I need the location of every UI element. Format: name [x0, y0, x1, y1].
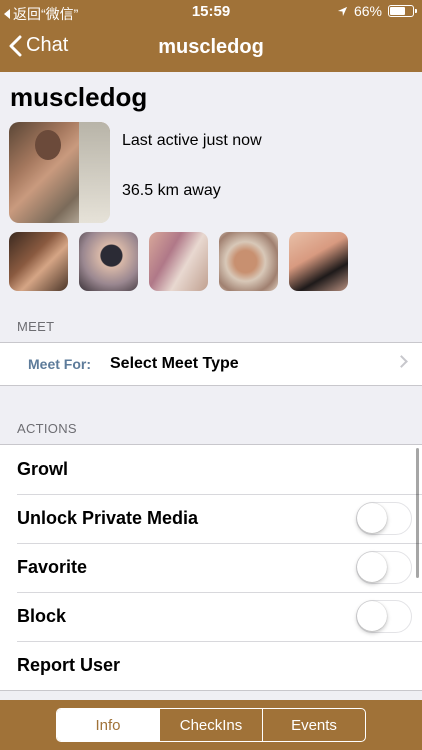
- meet-type-row[interactable]: Meet For: Select Meet Type: [0, 343, 422, 385]
- unlock-private-media-label: Unlock Private Media: [17, 508, 199, 528]
- location-arrow-icon: [337, 6, 348, 16]
- report-user-label: Report User: [17, 655, 121, 675]
- last-active-text: Last active just now: [122, 132, 262, 149]
- scrollbar[interactable]: [416, 448, 419, 578]
- distance-text: 36.5 km away: [122, 182, 221, 199]
- profile-username: muscledog: [10, 82, 148, 112]
- photo-thumbnail[interactable]: [149, 232, 208, 291]
- battery-percent: 66%: [353, 3, 382, 19]
- photo-thumbnails: [9, 232, 348, 291]
- meet-for-label: Meet For:: [28, 356, 91, 372]
- tab-info[interactable]: Info: [57, 709, 159, 741]
- profile-content[interactable]: muscledog Last active just now 36.5 km a…: [0, 72, 422, 700]
- meet-section-header: MEET: [17, 319, 55, 334]
- favorite-label: Favorite: [17, 557, 88, 577]
- growl-label: Growl: [17, 459, 69, 479]
- favorite-row: Favorite: [0, 543, 422, 592]
- report-user-row[interactable]: Report User: [0, 641, 422, 690]
- meet-type-value: Select Meet Type: [110, 355, 239, 372]
- growl-row[interactable]: Growl: [0, 445, 422, 494]
- page-title: muscledog: [158, 36, 264, 58]
- tab-events[interactable]: Events: [262, 709, 365, 741]
- status-bar: 返回“微信” 15:59 66%: [0, 0, 422, 24]
- unlock-private-media-row: Unlock Private Media: [0, 494, 422, 543]
- favorite-toggle[interactable]: [356, 551, 412, 584]
- chevron-right-icon: [395, 355, 408, 368]
- actions-group: Growl Unlock Private Media Favorite Bloc…: [0, 444, 422, 691]
- block-toggle[interactable]: [356, 600, 412, 633]
- photo-thumbnail[interactable]: [219, 232, 278, 291]
- navigation-bar: Chat muscledog: [0, 24, 422, 72]
- profile-photo[interactable]: [9, 122, 110, 223]
- battery-icon: [388, 5, 417, 17]
- photo-thumbnail[interactable]: [79, 232, 138, 291]
- meet-group: Meet For: Select Meet Type: [0, 342, 422, 386]
- actions-section-header: ACTIONS: [17, 421, 77, 436]
- photo-thumbnail[interactable]: [9, 232, 68, 291]
- tab-checkins[interactable]: CheckIns: [159, 709, 262, 741]
- unlock-private-media-toggle[interactable]: [356, 502, 412, 535]
- block-row: Block: [0, 592, 422, 641]
- segmented-control: Info CheckIns Events: [56, 708, 366, 742]
- bottom-tab-bar: Info CheckIns Events: [0, 700, 422, 750]
- photo-thumbnail[interactable]: [289, 232, 348, 291]
- block-label: Block: [17, 606, 67, 626]
